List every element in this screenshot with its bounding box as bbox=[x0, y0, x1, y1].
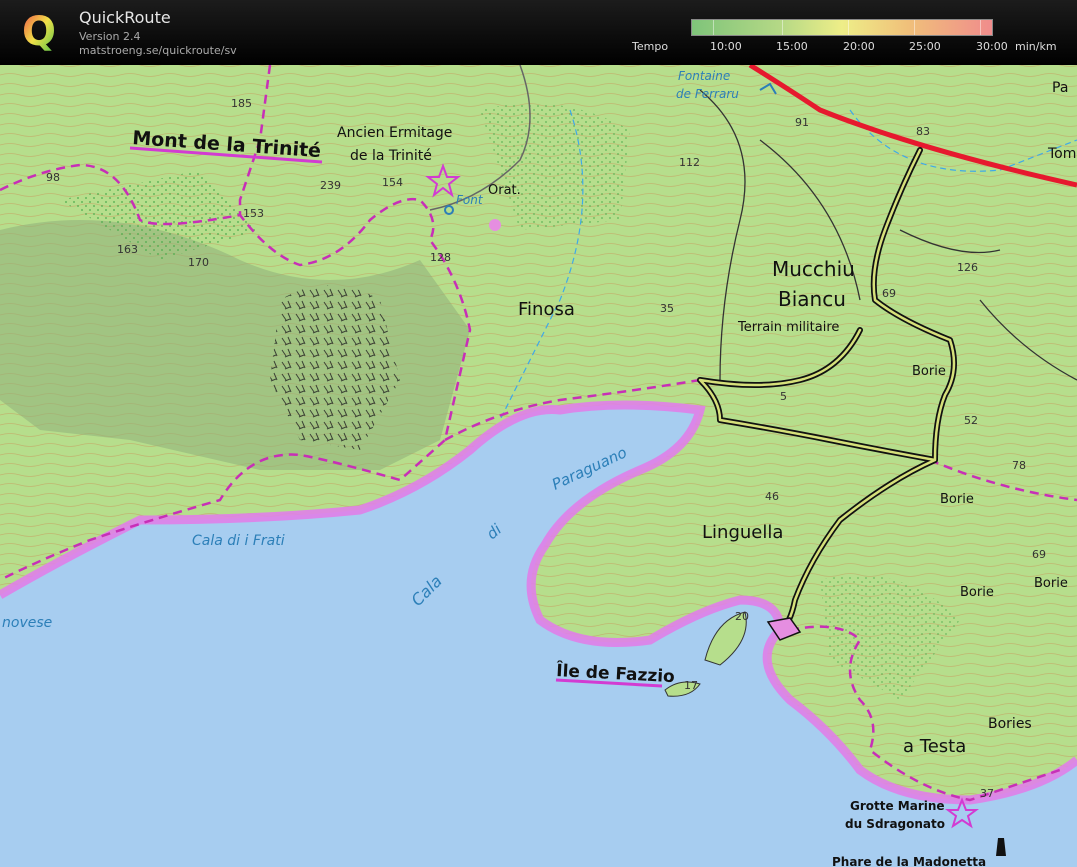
spot-height: 17 bbox=[684, 679, 698, 692]
spot-height: 91 bbox=[795, 116, 809, 129]
spot-height: 78 bbox=[1012, 459, 1026, 472]
spot-height: 98 bbox=[46, 171, 60, 184]
place-label: Grotte Marine bbox=[850, 799, 945, 813]
tempo-tick-label: 20:00 bbox=[843, 40, 875, 53]
place-label: Ancien Ermitage bbox=[337, 125, 452, 141]
tempo-scale-tick bbox=[848, 20, 849, 35]
tempo-tick-label: 30:00 bbox=[976, 40, 1008, 53]
spot-height: 163 bbox=[117, 243, 138, 256]
spot-height: 5 bbox=[780, 390, 787, 403]
spot-height: 126 bbox=[957, 261, 978, 274]
tempo-scale-tick bbox=[980, 20, 981, 35]
viewpoint-icon bbox=[489, 219, 501, 231]
tempo-color-scale bbox=[691, 19, 993, 36]
tempo-legend-label: Tempo bbox=[632, 40, 669, 53]
spot-height: 69 bbox=[882, 287, 896, 300]
app-title: QuickRoute bbox=[79, 8, 171, 27]
quickroute-window: Q QuickRoute Version 2.4 matstroeng.se/q… bbox=[0, 0, 1077, 867]
place-label: du Sdragonato bbox=[845, 817, 945, 831]
tempo-tick-label: 15:00 bbox=[776, 40, 808, 53]
map-canvas[interactable]: Mont de la Trinité Ancien Ermitage de la… bbox=[0, 65, 1077, 867]
place-label: Pa bbox=[1052, 80, 1068, 96]
place-label: Mucchiu bbox=[772, 257, 855, 281]
spot-height: 69 bbox=[1032, 548, 1046, 561]
water-label: Cala di i Frati bbox=[192, 533, 285, 549]
header-bar: Q QuickRoute Version 2.4 matstroeng.se/q… bbox=[0, 0, 1077, 65]
place-label: Biancu bbox=[778, 287, 846, 311]
spot-height: 185 bbox=[231, 97, 252, 110]
place-label: Borie bbox=[940, 492, 974, 507]
place-label: Borie bbox=[1034, 576, 1068, 591]
tempo-tick-label: 10:00 bbox=[710, 40, 742, 53]
spot-height: 52 bbox=[964, 414, 978, 427]
spot-height: 154 bbox=[382, 176, 403, 189]
place-label: Orat. bbox=[488, 183, 521, 198]
tempo-scale-tick bbox=[782, 20, 783, 35]
spot-height: 112 bbox=[679, 156, 700, 169]
spot-height: 153 bbox=[243, 207, 264, 220]
place-label: Borie bbox=[912, 364, 946, 379]
water-label: Fontaine bbox=[678, 69, 730, 83]
quickroute-logo: Q bbox=[22, 9, 56, 54]
spot-height: 239 bbox=[320, 179, 341, 192]
place-label: a Testa bbox=[903, 736, 966, 757]
water-label: Font bbox=[456, 193, 484, 207]
tempo-scale-tick bbox=[914, 20, 915, 35]
place-label: Terrain militaire bbox=[737, 320, 839, 335]
tempo-tick-label: 25:00 bbox=[909, 40, 941, 53]
spot-height: 170 bbox=[188, 256, 209, 269]
water-label: novese bbox=[2, 615, 52, 631]
spot-height: 20 bbox=[735, 610, 749, 623]
place-label: Tom bbox=[1047, 146, 1076, 162]
place-label: Phare de la Madonetta bbox=[832, 855, 986, 867]
place-label: Borie bbox=[960, 585, 994, 600]
spot-height: 35 bbox=[660, 302, 674, 315]
place-label: Finosa bbox=[518, 299, 575, 320]
place-label: Linguella bbox=[702, 522, 783, 543]
spot-height: 128 bbox=[430, 251, 451, 264]
place-label: Bories bbox=[988, 716, 1032, 732]
tempo-scale-tick bbox=[713, 20, 714, 35]
spot-height: 83 bbox=[916, 125, 930, 138]
place-label: de la Trinité bbox=[350, 148, 432, 164]
spot-height: 37 bbox=[980, 787, 994, 800]
app-version: Version 2.4 bbox=[79, 30, 141, 43]
tempo-unit: min/km bbox=[1015, 40, 1057, 53]
spot-height: 46 bbox=[765, 490, 779, 503]
svg-text:Q: Q bbox=[22, 9, 56, 54]
water-label: de Ferraru bbox=[676, 87, 739, 101]
app-url[interactable]: matstroeng.se/quickroute/sv bbox=[79, 44, 237, 57]
